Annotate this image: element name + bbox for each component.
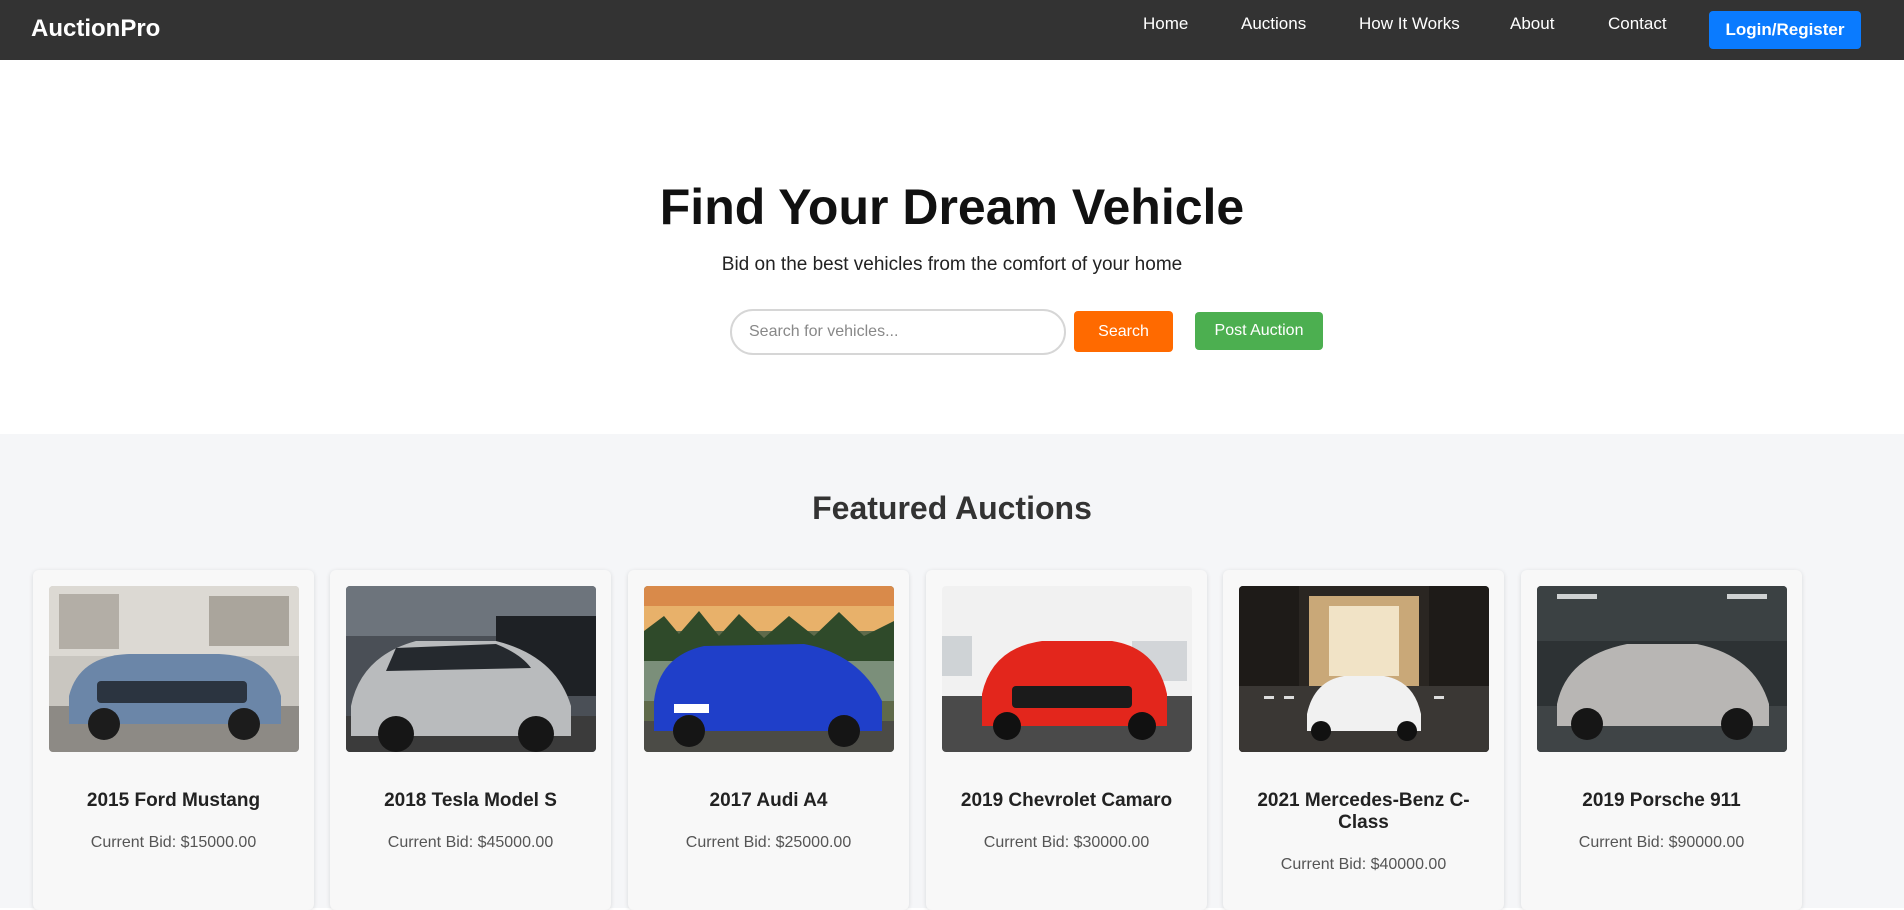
search-input[interactable] — [730, 309, 1066, 355]
nav-link-about[interactable]: About — [1510, 14, 1554, 34]
vehicle-image[interactable] — [1537, 586, 1787, 752]
vehicle-title: 2018 Tesla Model S — [384, 790, 557, 811]
hero-section: Find Your Dream Vehicle Bid on the best … — [0, 60, 1904, 434]
vehicle-title: 2015 Ford Mustang — [86, 790, 261, 811]
vehicle-image[interactable] — [942, 586, 1192, 752]
auction-card[interactable]: 2019 Chevrolet Camaro Current Bid: $3000… — [926, 570, 1207, 910]
login-register-button[interactable]: Login/Register — [1709, 11, 1861, 49]
nav-link-home[interactable]: Home — [1143, 14, 1188, 34]
current-bid: Current Bid: $30000.00 — [983, 834, 1150, 851]
featured-section: Featured Auctions 2015 Ford Mustang Curr… — [0, 434, 1904, 910]
nav-link-auctions[interactable]: Auctions — [1241, 14, 1306, 34]
auction-card[interactable]: 2021 Mercedes-Benz C-Class Current Bid: … — [1223, 570, 1504, 910]
navbar: AuctionPro Home Auctions How It Works Ab… — [0, 0, 1904, 60]
current-bid: Current Bid: $90000.00 — [1578, 834, 1745, 851]
hero-title: Find Your Dream Vehicle — [659, 179, 1245, 235]
current-bid: Current Bid: $15000.00 — [90, 834, 257, 851]
auction-card[interactable]: 2019 Porsche 911 Current Bid: $90000.00 — [1521, 570, 1802, 910]
brand-logo[interactable]: AuctionPro — [31, 15, 160, 43]
post-auction-button[interactable]: Post Auction — [1195, 312, 1323, 350]
vehicle-image[interactable] — [49, 586, 299, 752]
current-bid: Current Bid: $25000.00 — [685, 834, 852, 851]
vehicle-image[interactable] — [644, 586, 894, 752]
vehicle-image[interactable] — [1239, 586, 1489, 752]
current-bid: Current Bid: $45000.00 — [387, 834, 554, 851]
vehicle-title: 2021 Mercedes-Benz C-Class — [1257, 790, 1470, 833]
vehicle-image[interactable] — [346, 586, 596, 752]
search-button[interactable]: Search — [1074, 311, 1173, 352]
auction-card[interactable]: 2015 Ford Mustang Current Bid: $15000.00 — [33, 570, 314, 910]
current-bid: Current Bid: $40000.00 — [1280, 856, 1447, 873]
vehicle-title: 2019 Chevrolet Camaro — [960, 790, 1173, 811]
vehicle-title: 2019 Porsche 911 — [1582, 790, 1741, 811]
vehicle-title: 2017 Audi A4 — [709, 790, 828, 811]
auction-card[interactable]: 2018 Tesla Model S Current Bid: $45000.0… — [330, 570, 611, 910]
nav-link-contact[interactable]: Contact — [1608, 14, 1667, 34]
hero-subtitle: Bid on the best vehicles from the comfor… — [721, 254, 1183, 275]
featured-title: Featured Auctions — [812, 490, 1092, 526]
nav-link-how-it-works[interactable]: How It Works — [1359, 14, 1460, 34]
auction-card[interactable]: 2017 Audi A4 Current Bid: $25000.00 — [628, 570, 909, 910]
